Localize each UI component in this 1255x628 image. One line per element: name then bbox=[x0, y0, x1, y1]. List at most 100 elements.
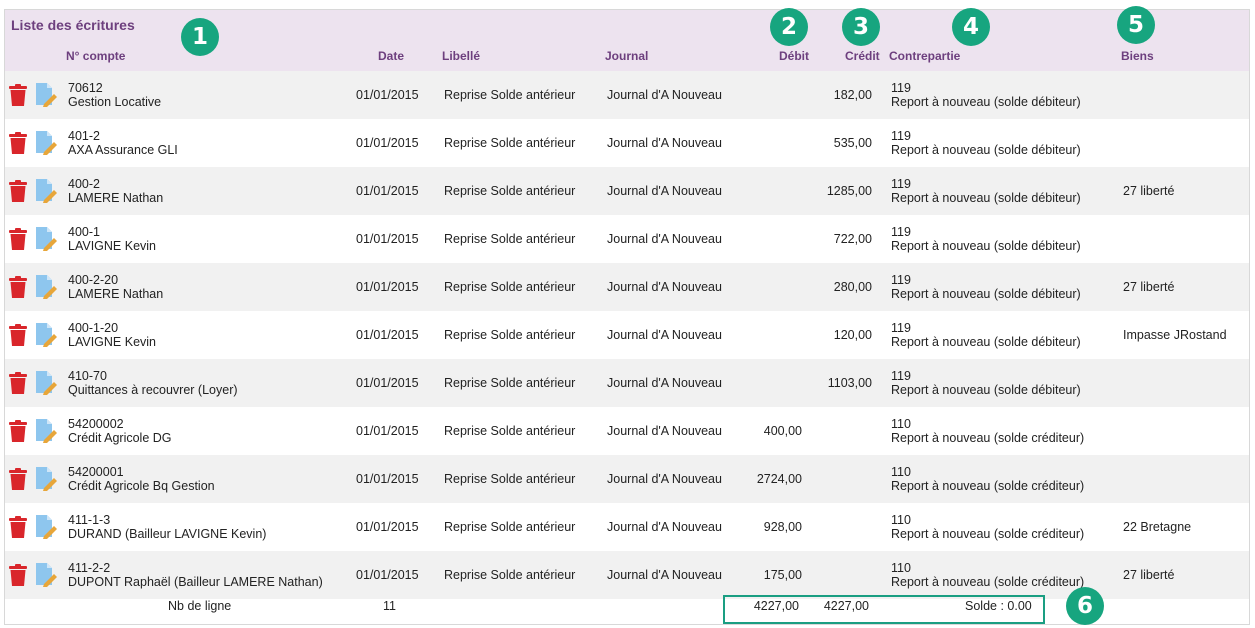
account-name: LAVIGNE Kevin bbox=[68, 335, 157, 349]
account-cell: 400-2-20 LAMERE Nathan bbox=[68, 273, 163, 301]
journal-cell: Journal d'A Nouveau bbox=[607, 280, 722, 294]
col-header-libelle[interactable]: Libellé bbox=[442, 49, 480, 63]
account-number: 401-2 bbox=[68, 129, 100, 143]
contrepartie-cell: 110 Report à nouveau (solde créditeur) bbox=[891, 513, 1084, 541]
date-cell: 01/01/2015 bbox=[356, 88, 419, 102]
date-cell: 01/01/2015 bbox=[356, 328, 419, 342]
contrepartie-cell: 110 Report à nouveau (solde créditeur) bbox=[891, 561, 1084, 589]
contrepartie-cell: 110 Report à nouveau (solde créditeur) bbox=[891, 465, 1084, 493]
edit-document-icon[interactable] bbox=[35, 83, 57, 107]
account-number: 54200002 bbox=[68, 417, 124, 431]
journal-cell: Journal d'A Nouveau bbox=[607, 136, 722, 150]
annotation-badge-1: 1 bbox=[181, 18, 219, 56]
col-header-biens[interactable]: Biens bbox=[1121, 49, 1154, 63]
contrepartie-cell: 119 Report à nouveau (solde débiteur) bbox=[891, 369, 1081, 397]
trash-icon[interactable] bbox=[9, 132, 27, 154]
table-row: 400-2-20 LAMERE Nathan 01/01/2015 Reprise S… bbox=[5, 263, 1249, 311]
table-row: 70612 Gestion Locative 01/01/2015 Reprise S… bbox=[5, 71, 1249, 119]
account-name: AXA Assurance GLI bbox=[68, 143, 178, 157]
edit-document-icon[interactable] bbox=[35, 131, 57, 155]
biens-cell: 22 Bretagne bbox=[1123, 520, 1192, 534]
trash-icon[interactable] bbox=[9, 516, 27, 538]
account-number: 400-2-20 bbox=[68, 273, 119, 287]
biens-cell: 27 liberté bbox=[1123, 280, 1175, 294]
libelle-cell: Reprise Solde antérieur bbox=[444, 184, 576, 198]
date-cell: 01/01/2015 bbox=[356, 232, 419, 246]
debit-cell: 2724,00 bbox=[756, 472, 802, 486]
trash-icon[interactable] bbox=[9, 180, 27, 202]
contrepartie-label: Report à nouveau (solde créditeur) bbox=[891, 575, 1085, 589]
edit-document-icon[interactable] bbox=[35, 563, 57, 587]
contrepartie-cell: 119 Report à nouveau (solde débiteur) bbox=[891, 321, 1081, 349]
table-row: 400-1-20 LAVIGNE Kevin 01/01/2015 Reprise S… bbox=[5, 311, 1249, 359]
contrepartie-number: 119 bbox=[891, 321, 911, 335]
account-number: 400-1 bbox=[68, 225, 100, 239]
contrepartie-label: Report à nouveau (solde débiteur) bbox=[891, 143, 1081, 157]
contrepartie-number: 119 bbox=[891, 81, 911, 95]
trash-icon[interactable] bbox=[9, 324, 27, 346]
col-header-contrepartie[interactable]: Contrepartie bbox=[889, 49, 960, 63]
contrepartie-label: Report à nouveau (solde créditeur) bbox=[891, 431, 1085, 445]
col-header-credit[interactable]: Crédit bbox=[845, 49, 880, 63]
table-row: 410-70 Quittances à recouvrer (Loyer) 01/0… bbox=[5, 359, 1249, 407]
journal-cell: Journal d'A Nouveau bbox=[607, 520, 722, 534]
date-cell: 01/01/2015 bbox=[356, 472, 419, 486]
edit-document-icon[interactable] bbox=[35, 227, 57, 251]
credit-cell: 182,00 bbox=[833, 88, 872, 102]
account-number: 410-70 bbox=[68, 369, 107, 383]
edit-document-icon[interactable] bbox=[35, 323, 57, 347]
trash-icon[interactable] bbox=[9, 420, 27, 442]
col-header-journal[interactable]: Journal bbox=[605, 49, 648, 63]
account-name: Crédit Agricole Bq Gestion bbox=[68, 479, 215, 493]
libelle-cell: Reprise Solde antérieur bbox=[444, 472, 576, 486]
edit-document-icon[interactable] bbox=[35, 419, 57, 443]
credit-cell: 1285,00 bbox=[826, 184, 872, 198]
contrepartie-label: Report à nouveau (solde débiteur) bbox=[891, 239, 1081, 253]
trash-icon[interactable] bbox=[9, 276, 27, 298]
credit-cell: 120,00 bbox=[833, 328, 872, 342]
edit-document-icon[interactable] bbox=[35, 371, 57, 395]
contrepartie-cell: 119 Report à nouveau (solde débiteur) bbox=[891, 81, 1081, 109]
col-header-debit[interactable]: Débit bbox=[779, 49, 809, 63]
table-row: 400-1 LAVIGNE Kevin 01/01/2015 Reprise Sold… bbox=[5, 215, 1249, 263]
edit-document-icon[interactable] bbox=[35, 179, 57, 203]
col-header-compte[interactable]: N° compte bbox=[66, 49, 125, 63]
annotation-badge-6: 6 bbox=[1066, 587, 1104, 625]
account-name: LAVIGNE Kevin bbox=[68, 239, 157, 253]
date-cell: 01/01/2015 bbox=[356, 280, 419, 294]
trash-icon[interactable] bbox=[9, 564, 27, 586]
biens-cell: Impasse JRostand bbox=[1123, 328, 1227, 342]
edit-document-icon[interactable] bbox=[35, 275, 57, 299]
libelle-cell: Reprise Solde antérieur bbox=[444, 88, 576, 102]
contrepartie-cell: 119 Report à nouveau (solde débiteur) bbox=[891, 225, 1081, 253]
table-row: 411-1-3 DURAND (Bailleur LAVIGNE Kevin) 01… bbox=[5, 503, 1249, 551]
contrepartie-label: Report à nouveau (solde créditeur) bbox=[891, 527, 1085, 541]
edit-document-icon[interactable] bbox=[35, 467, 57, 491]
trash-icon[interactable] bbox=[9, 468, 27, 490]
account-cell: 400-2 LAMERE Nathan bbox=[68, 177, 163, 205]
account-cell: 410-70 Quittances à recouvrer (Loyer) bbox=[68, 369, 238, 397]
trash-icon[interactable] bbox=[9, 228, 27, 250]
journal-cell: Journal d'A Nouveau bbox=[607, 472, 722, 486]
col-header-date[interactable]: Date bbox=[378, 49, 404, 63]
journal-cell: Journal d'A Nouveau bbox=[607, 568, 722, 582]
account-number: 400-1-20 bbox=[68, 321, 119, 335]
table-row: 54200001 Crédit Agricole Bq Gestion 01/01/… bbox=[5, 455, 1249, 503]
trash-icon[interactable] bbox=[9, 372, 27, 394]
total-credit: 4227,00 bbox=[823, 599, 869, 613]
biens-cell: 27 liberté bbox=[1123, 184, 1175, 198]
contrepartie-cell: 110 Report à nouveau (solde créditeur) bbox=[891, 417, 1084, 445]
contrepartie-number: 119 bbox=[891, 273, 911, 287]
edit-document-icon[interactable] bbox=[35, 515, 57, 539]
account-cell: 411-1-3 DURAND (Bailleur LAVIGNE Kevin) bbox=[68, 513, 266, 541]
table-row: 400-2 LAMERE Nathan 01/01/2015 Reprise Sold… bbox=[5, 167, 1249, 215]
account-name: DURAND (Bailleur LAVIGNE Kevin) bbox=[68, 527, 267, 541]
trash-icon[interactable] bbox=[9, 84, 27, 106]
account-number: 400-2 bbox=[68, 177, 100, 191]
annotation-badge-2: 2 bbox=[770, 8, 808, 46]
line-count-label: Nb de ligne bbox=[168, 599, 232, 613]
contrepartie-label: Report à nouveau (solde débiteur) bbox=[891, 95, 1081, 109]
journal-cell: Journal d'A Nouveau bbox=[607, 184, 722, 198]
account-name: LAMERE Nathan bbox=[68, 191, 164, 205]
line-count-value: 11 bbox=[383, 599, 396, 613]
